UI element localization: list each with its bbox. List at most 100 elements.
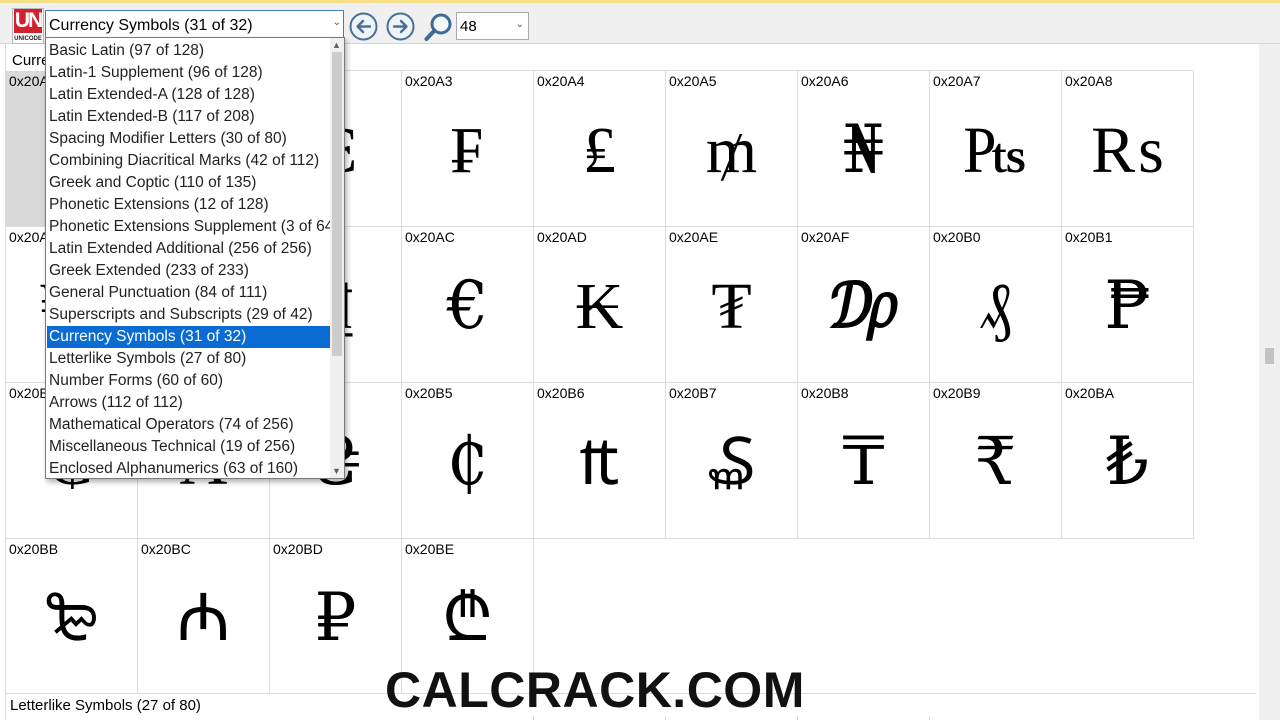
glyph-cell[interactable]: 0x20B6 ₶	[534, 383, 666, 539]
glyph-cell[interactable]: 0x20AD ₭	[534, 227, 666, 383]
glyph-char: ₼	[176, 579, 231, 656]
search-button[interactable]	[423, 11, 455, 43]
back-button[interactable]	[349, 12, 378, 41]
glyph-cell[interactable]: 0x20A8 ₨	[1062, 71, 1194, 227]
glyph-char: ₨	[1091, 111, 1164, 188]
glyph-cell[interactable]: 0x20B1 ₱	[1062, 227, 1194, 383]
codepoint-label: 0x20B7	[669, 385, 717, 401]
codepoint-label: 0x20B5	[405, 385, 453, 401]
glyph-cell[interactable]: 0x20AF ₯	[798, 227, 930, 383]
arrow-left-circle-icon	[349, 12, 378, 41]
glyph-char: ₯	[828, 267, 899, 344]
dropdown-item[interactable]: Latin-1 Supplement (96 of 128)	[47, 62, 330, 84]
glyph-cell[interactable]: 0x20B9 ₹	[930, 383, 1062, 539]
chevron-down-icon: ⌄	[515, 19, 524, 30]
glyph-cell[interactable]: 0x20BB ₻	[6, 539, 138, 695]
codepoint-label: 0x20AC	[405, 229, 455, 245]
codepoint-label: 0x20A7	[933, 73, 981, 89]
dropdown-item[interactable]: Greek Extended (233 of 233)	[47, 260, 330, 282]
glyph-char: ₣	[451, 111, 484, 188]
dropdown-item[interactable]: Latin Extended-A (128 of 128)	[47, 84, 330, 106]
block-select-value: Currency Symbols (31 of 32)	[49, 17, 253, 34]
codepoint-label: 0x20A3	[405, 73, 453, 89]
glyph-cell[interactable]: 0x20BA ₺	[1062, 383, 1194, 539]
glyph-char: ₭	[575, 267, 624, 344]
codepoint-label: 0x20B6	[537, 385, 585, 401]
codepoint-label: 0x20BE	[405, 541, 455, 557]
dropdown-item[interactable]: Spacing Modifier Letters (30 of 80)	[47, 128, 330, 150]
codepoint-label: 0x20BA	[1065, 385, 1115, 401]
glyph-cell[interactable]: 0x20B8 ₸	[798, 383, 930, 539]
glyph-char: ₾	[442, 579, 493, 656]
codepoint-label: 0x20AE	[669, 229, 719, 245]
dropdown-item[interactable]: Latin Extended Additional (256 of 256)	[47, 238, 330, 260]
codepoint-label: 0x20B1	[1065, 229, 1113, 245]
glyph-cell[interactable]: 0x20AC €	[402, 227, 534, 383]
chevron-down-icon: ⌄	[332, 17, 341, 28]
dropdown-item[interactable]: Superscripts and Subscripts (29 of 42)	[47, 304, 330, 326]
font-size-select[interactable]: 48 ⌄	[456, 12, 529, 40]
dropdown-item[interactable]: Miscellaneous Technical (19 of 256)	[47, 436, 330, 458]
glyph-char: ₤	[583, 111, 616, 188]
watermark-text: CALCRACK.COM	[385, 662, 805, 718]
scrollbar-thumb[interactable]	[1265, 348, 1274, 364]
block-select[interactable]: Currency Symbols (31 of 32) ⌄	[45, 10, 344, 40]
glyph-cell[interactable]: 0x20BD ₽	[270, 539, 402, 695]
glyph-cell[interactable]: 0x20B0 ₰	[930, 227, 1062, 383]
glyph-char: ₥	[705, 111, 758, 188]
next-section-title: Letterlike Symbols (27 of 80)	[10, 697, 201, 714]
dropdown-item[interactable]: Basic Latin (97 of 128)	[47, 40, 330, 62]
forward-button[interactable]	[386, 12, 415, 41]
glyph-char: ₹	[974, 423, 1017, 500]
codepoint-label: 0x20B9	[933, 385, 981, 401]
codepoint-label: 0x20BD	[273, 541, 323, 557]
dropdown-item[interactable]: Phonetic Extensions Supplement (3 of 64	[47, 216, 330, 238]
glyph-cell[interactable]: 0x20AE ₮	[666, 227, 798, 383]
dropdown-item[interactable]: Mathematical Operators (74 of 256)	[47, 414, 330, 436]
dropdown-item[interactable]: Phonetic Extensions (12 of 128)	[47, 194, 330, 216]
glyph-cell[interactable]: 0x20B5 ₵	[402, 383, 534, 539]
dropdown-item[interactable]: Greek and Coptic (110 of 135)	[47, 172, 330, 194]
chevron-down-icon[interactable]: ▼	[332, 466, 341, 476]
codepoint-label: 0x20B0	[933, 229, 981, 245]
block-dropdown-list[interactable]: Basic Latin (97 of 128) Latin-1 Supplemen…	[45, 37, 345, 479]
glyph-cell[interactable]: 0x20A7 ₧	[930, 71, 1062, 227]
magnifier-icon	[424, 13, 452, 41]
dropdown-item[interactable]: Combining Diacritical Marks (42 of 112)	[47, 150, 330, 172]
arrow-right-circle-icon	[386, 12, 415, 41]
codepoint-label: 0x20AF	[801, 229, 850, 245]
dropdown-item[interactable]: Enclosed Alphanumerics (63 of 160)	[47, 458, 330, 478]
dropdown-item[interactable]: Number Forms (60 of 60)	[47, 370, 330, 392]
glyph-char: ₸	[842, 423, 885, 500]
codepoint-label: 0x20A8	[1065, 73, 1113, 89]
dropdown-scrollbar-thumb[interactable]	[332, 52, 342, 356]
dropdown-scrollbar[interactable]: ▲ ▼	[330, 38, 344, 478]
glyph-char: ₷	[707, 423, 756, 500]
vertical-scrollbar[interactable]	[1259, 44, 1280, 720]
glyph-cell[interactable]: 0x20A6 ₦	[798, 71, 930, 227]
codepoint-label: 0x20B8	[801, 385, 849, 401]
glyph-cell[interactable]: 0x20A4 ₤	[534, 71, 666, 227]
glyph-cell[interactable]: 0x20BC ₼	[138, 539, 270, 695]
unicode-logo-icon: UN UNICODE	[12, 8, 44, 44]
codepoint-label: 0x20BC	[141, 541, 191, 557]
font-size-value: 48	[460, 18, 477, 35]
glyph-char: ₻	[45, 579, 98, 656]
glyph-char: ₵	[446, 423, 489, 500]
dropdown-item[interactable]: General Punctuation (84 of 111)	[47, 282, 330, 304]
glyph-char: ₺	[1106, 423, 1149, 500]
dropdown-item[interactable]: Latin Extended-B (117 of 208)	[47, 106, 330, 128]
codepoint-label: 0x20AD	[537, 229, 587, 245]
dropdown-item[interactable]: Currency Symbols (31 of 32)	[47, 326, 330, 348]
dropdown-item[interactable]: Arrows (112 of 112)	[47, 392, 330, 414]
codepoint-label: 0x20A6	[801, 73, 849, 89]
glyph-cell[interactable]: 0x20A5 ₥	[666, 71, 798, 227]
glyph-char: ₮	[711, 267, 752, 344]
glyph-char: ₱	[1104, 267, 1151, 344]
glyph-char: €	[446, 267, 489, 344]
glyph-cell[interactable]: 0x20A3 ₣	[402, 71, 534, 227]
codepoint-label: 0x20BB	[9, 541, 59, 557]
chevron-up-icon[interactable]: ▲	[332, 40, 341, 50]
glyph-cell[interactable]: 0x20B7 ₷	[666, 383, 798, 539]
dropdown-item[interactable]: Letterlike Symbols (27 of 80)	[47, 348, 330, 370]
